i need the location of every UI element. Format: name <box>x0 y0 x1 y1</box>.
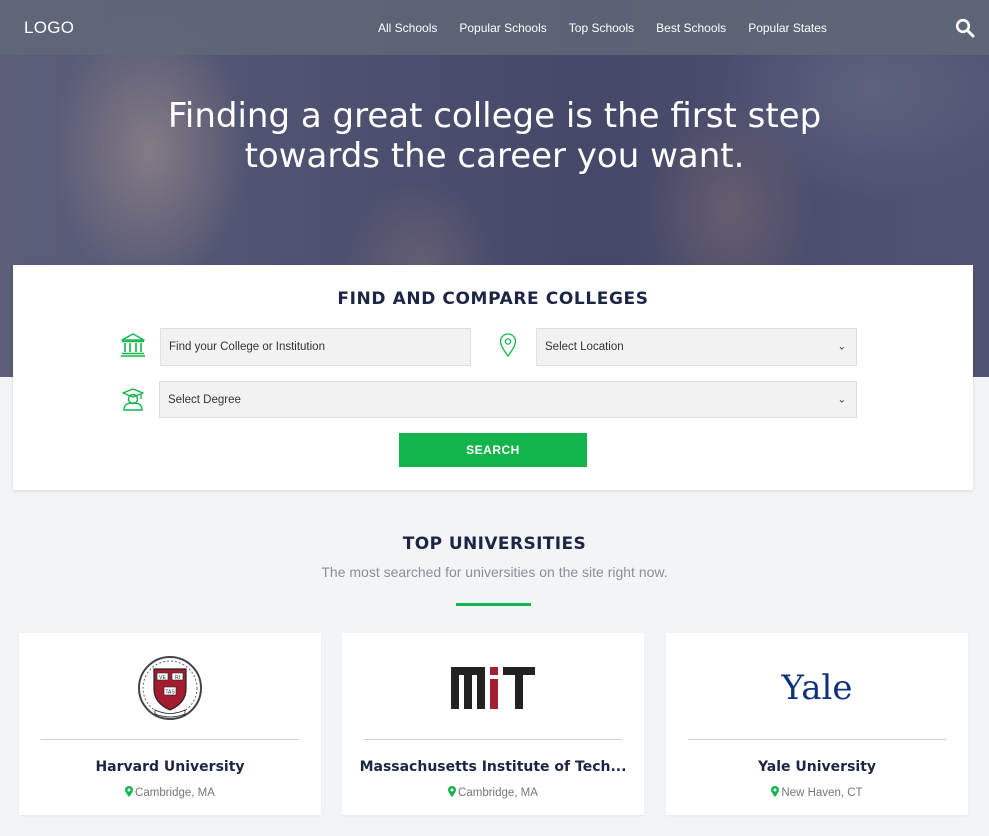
university-name[interactable]: Massachusetts Institute of Tech... <box>342 759 644 775</box>
university-location: Cambridge, MA <box>19 786 321 799</box>
hero-headline-line2: towards the career you want. <box>244 136 745 176</box>
search-button[interactable]: SEARCH <box>399 433 587 467</box>
mit-logo-icon <box>451 667 535 709</box>
nav-popular-schools[interactable]: Popular Schools <box>459 21 546 35</box>
degree-select-value: Select Degree <box>168 393 241 406</box>
harvard-logo: VE RI TAS <box>19 653 321 723</box>
card-divider <box>364 739 622 740</box>
university-card-mit[interactable]: Massachusetts Institute of Tech... Cambr… <box>342 633 644 815</box>
svg-text:VE: VE <box>159 675 166 681</box>
site-logo[interactable]: LOGO <box>24 18 74 38</box>
map-pin-icon <box>125 786 134 797</box>
university-card-harvard[interactable]: VE RI TAS Harvard University Cambridge, … <box>19 633 321 815</box>
chevron-down-icon: ⌄ <box>837 394 846 405</box>
graduate-icon <box>122 388 144 411</box>
yale-wordmark: Yale <box>781 668 853 708</box>
location-select[interactable]: Select Location ⌄ <box>536 328 857 366</box>
map-pin-icon <box>771 786 780 797</box>
card-divider <box>41 739 299 740</box>
search-panel-title: FIND AND COMPARE COLLEGES <box>337 289 649 309</box>
college-search-input[interactable]: Find your College or Institution <box>160 328 471 366</box>
nav-best-schools[interactable]: Best Schools <box>656 21 726 35</box>
university-location: Cambridge, MA <box>342 786 644 799</box>
university-card-yale[interactable]: Yale Yale University New Haven, CT <box>666 633 968 815</box>
chevron-down-icon: ⌄ <box>837 341 846 353</box>
top-universities-subtitle: The most searched for universities on th… <box>321 564 668 580</box>
university-location-text: Cambridge, MA <box>135 787 215 799</box>
nav-popular-states[interactable]: Popular States <box>748 21 827 35</box>
search-icon[interactable] <box>955 18 975 38</box>
college-search-placeholder: Find your College or Institution <box>169 341 325 353</box>
mit-logo <box>342 653 644 723</box>
university-name[interactable]: Yale University <box>666 759 968 775</box>
section-divider <box>456 603 531 606</box>
top-navbar: LOGO All Schools Popular Schools Top Sch… <box>0 0 989 55</box>
hero-headline: Finding a great college is the first ste… <box>0 96 989 176</box>
university-location: New Haven, CT <box>666 786 968 799</box>
svg-text:TAS: TAS <box>165 690 175 696</box>
institution-icon <box>121 333 145 357</box>
location-select-value: Select Location <box>545 341 624 353</box>
university-location-text: New Haven, CT <box>781 787 863 799</box>
card-divider <box>688 739 946 740</box>
main-menu: All Schools Popular Schools Top Schools … <box>378 21 849 35</box>
harvard-shield-icon: VE RI TAS <box>138 656 202 720</box>
yale-logo: Yale <box>666 653 968 723</box>
top-universities-title: TOP UNIVERSITIES <box>402 534 587 554</box>
university-name[interactable]: Harvard University <box>19 759 321 775</box>
degree-select[interactable]: Select Degree ⌄ <box>159 381 857 418</box>
svg-text:RI: RI <box>175 675 180 681</box>
nav-top-schools[interactable]: Top Schools <box>569 21 634 35</box>
search-panel: FIND AND COMPARE COLLEGES Find your Coll… <box>13 265 973 490</box>
hero-headline-line1: Finding a great college is the first ste… <box>167 96 822 136</box>
location-pin-icon <box>499 333 517 357</box>
map-pin-icon <box>448 786 457 797</box>
university-location-text: Cambridge, MA <box>458 787 538 799</box>
nav-all-schools[interactable]: All Schools <box>378 21 437 35</box>
